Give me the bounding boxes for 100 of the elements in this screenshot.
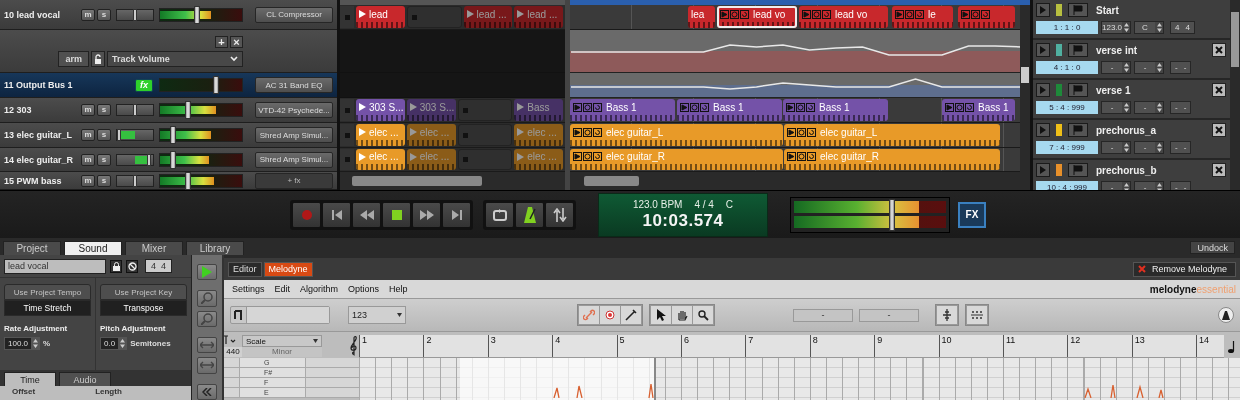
fader-handle[interactable] [193, 5, 200, 24]
clip[interactable]: lea [688, 6, 715, 28]
zoom-out-button[interactable] [197, 310, 217, 327]
track-name[interactable]: 14 elec guitar_R [4, 154, 79, 165]
collapse-button[interactable] [197, 383, 217, 400]
zoom-tool[interactable] [693, 306, 713, 324]
dock-tab[interactable]: Library [186, 241, 244, 255]
mute-button[interactable]: m [81, 129, 95, 141]
clip[interactable]: le [892, 6, 953, 28]
pan-slider[interactable] [116, 129, 154, 141]
clip-slot[interactable]: Bass [514, 99, 563, 121]
clip[interactable]: Bass 1 [570, 99, 675, 121]
pitch-spinner[interactable]: 0.0 [100, 337, 128, 350]
tempo-spinner[interactable]: - [1101, 141, 1131, 154]
vertical-scrollbar[interactable] [1020, 5, 1030, 172]
key-spinner[interactable]: - [1134, 101, 1164, 114]
menu-item[interactable]: Algorithm [296, 284, 343, 294]
inspector-tab[interactable]: Audio [59, 372, 111, 386]
delete-button[interactable] [1212, 43, 1226, 57]
menu-item[interactable]: Help [385, 284, 412, 294]
solo-button[interactable]: s [97, 129, 111, 141]
fader-handle[interactable] [170, 126, 177, 144]
signature-field[interactable]: - - [1170, 141, 1192, 154]
sync-button[interactable] [545, 201, 574, 228]
marker-name[interactable]: prechorus_a [1096, 124, 1209, 136]
clip[interactable]: Bass 1 [783, 99, 888, 121]
mute-button[interactable]: m [81, 153, 95, 166]
bypass-button[interactable] [126, 259, 138, 273]
pan-slider[interactable] [116, 174, 154, 187]
play-button[interactable] [1036, 83, 1050, 97]
play-button[interactable] [1036, 3, 1050, 17]
signature-field[interactable]: 4 4 [145, 259, 173, 273]
flag-button[interactable] [1068, 163, 1088, 177]
tempo-field[interactable]: 123 [348, 306, 406, 324]
play-button[interactable] [197, 264, 217, 281]
scale-dropdown[interactable]: Scale [242, 335, 322, 347]
effect-button[interactable]: Shred Amp Simul... [255, 127, 333, 143]
menu-item[interactable]: Edit [270, 284, 295, 294]
mute-button[interactable]: m [81, 174, 95, 187]
editor-tab[interactable]: Editor [228, 261, 262, 277]
track-name[interactable]: 11 Output Bus 1 [4, 80, 133, 90]
tempo-spinner[interactable]: 123.0 [1101, 21, 1131, 34]
arm-button[interactable]: arm [58, 50, 89, 67]
tempo-spinner[interactable]: - [1101, 101, 1131, 114]
mute-button[interactable]: m [81, 8, 95, 21]
clip-slot[interactable]: 303 S... [356, 99, 405, 121]
pan-thumb[interactable] [133, 8, 137, 21]
dock-tab[interactable]: Mixer [125, 241, 183, 255]
signature-field[interactable]: - - [1170, 181, 1192, 190]
play-button[interactable] [1036, 43, 1050, 57]
remove-melodyne-button[interactable]: Remove Melodyne [1132, 261, 1236, 277]
menu-item[interactable]: Settings [228, 284, 269, 294]
undock-button[interactable]: Undock [1190, 241, 1235, 254]
pan-thumb[interactable] [147, 153, 152, 166]
delete-button[interactable] [1212, 123, 1226, 137]
marker-name[interactable]: prechorus_b [1096, 164, 1209, 176]
clip[interactable]: lead vo [799, 6, 888, 28]
key-spinner[interactable]: C [1134, 21, 1164, 34]
fader-handle[interactable] [184, 171, 191, 190]
dock-tab[interactable]: Sound [64, 241, 122, 255]
shrink-button[interactable] [197, 357, 217, 374]
vertical-scrollbar[interactable] [1230, 0, 1240, 190]
fader-handle[interactable] [889, 198, 896, 231]
solo-button[interactable]: s [97, 8, 111, 21]
pan-thumb[interactable] [116, 129, 121, 141]
expand-button[interactable] [197, 337, 217, 354]
effect-button[interactable]: Shred Amp Simul... [255, 151, 333, 168]
zoom-in-button[interactable] [197, 290, 217, 307]
play-button[interactable] [1036, 163, 1050, 177]
clip[interactable]: Bass 1 [942, 99, 1015, 121]
clip-slot[interactable]: 303 S... [406, 99, 456, 121]
tuning-value[interactable]: 440 [224, 347, 242, 357]
fader-handle[interactable] [213, 76, 220, 94]
add-button[interactable]: + [215, 35, 228, 48]
rate-spinner[interactable]: 100.0 [4, 337, 41, 350]
delete-button[interactable] [1212, 163, 1226, 177]
clip-slot[interactable]: lead [356, 6, 405, 28]
fader-handle[interactable] [170, 150, 177, 169]
marker-name[interactable]: Start [1096, 4, 1226, 16]
pointer-tool[interactable] [651, 306, 671, 324]
pan-slider[interactable] [116, 153, 154, 166]
flag-button[interactable] [1068, 123, 1088, 137]
lock-button[interactable] [110, 259, 122, 273]
position-field[interactable]: 1 : 1 : 0 [1036, 21, 1098, 34]
track-name[interactable]: 13 elec guitar_L [4, 130, 79, 140]
fx-button[interactable]: FX [958, 201, 986, 228]
menu-item[interactable]: Options [344, 284, 384, 294]
marker-name[interactable]: verse 1 [1096, 84, 1209, 96]
fast-forward-button[interactable] [412, 201, 441, 228]
horizontal-scrollbar[interactable] [570, 172, 1030, 190]
loop-button[interactable] [485, 201, 514, 228]
signature-field[interactable]: - - [1170, 101, 1192, 114]
clip[interactable]: Bass 1 [677, 99, 782, 121]
hand-tool[interactable] [672, 306, 692, 324]
scale-mode[interactable]: Minor [242, 347, 322, 357]
track-name[interactable]: 12 303 [4, 105, 79, 115]
effect-button[interactable]: + fx [255, 172, 333, 189]
dock-tab[interactable]: Project [3, 241, 61, 255]
pan-thumb[interactable] [133, 104, 137, 116]
pan-slider[interactable] [116, 8, 154, 21]
